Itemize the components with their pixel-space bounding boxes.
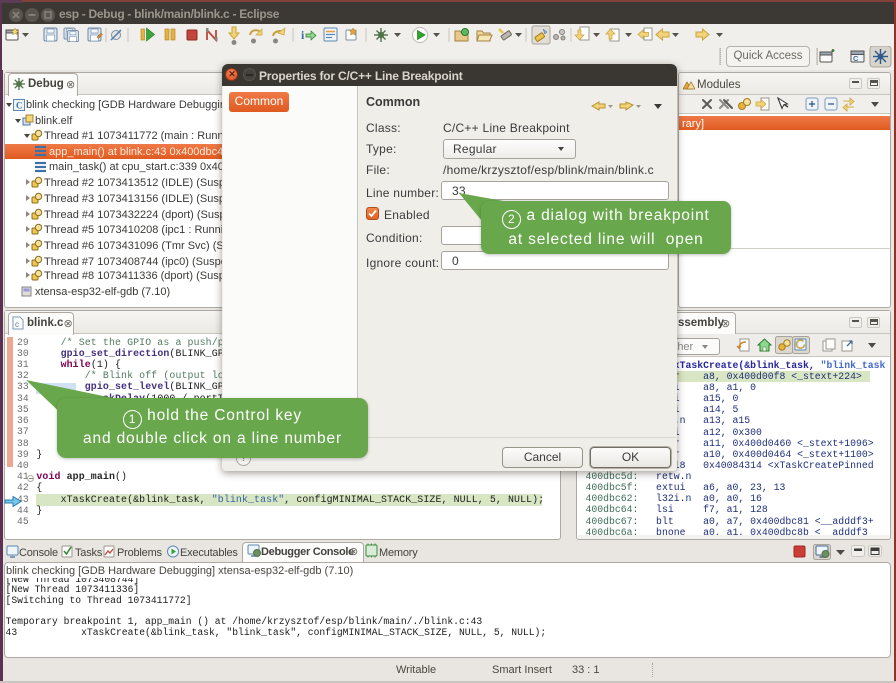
svg-text:C: C bbox=[853, 54, 859, 63]
svg-text:c: c bbox=[15, 320, 19, 329]
svg-text:C: C bbox=[16, 101, 23, 111]
svg-text:i: i bbox=[301, 28, 305, 42]
